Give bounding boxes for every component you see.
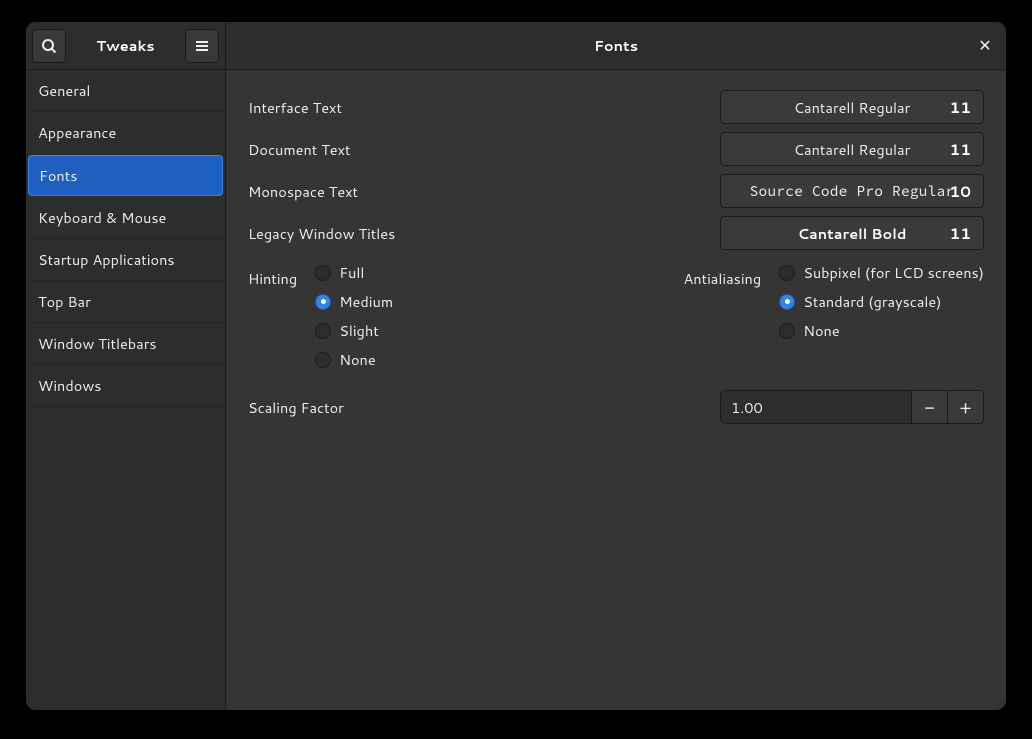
sidebar-item-keyboard-mouse[interactable]: Keyboard & Mouse xyxy=(26,197,225,239)
document-text-label: Document Text xyxy=(248,139,351,160)
scaling-factor-row: Scaling Factor 1.00 − + xyxy=(248,390,984,424)
hinting-group: Hinting Full Medium Slight None xyxy=(248,262,663,370)
font-size: 11 xyxy=(950,223,971,244)
close-button[interactable]: ✕ xyxy=(974,35,996,57)
scaling-increment-button[interactable]: + xyxy=(947,391,983,423)
scaling-decrement-button[interactable]: − xyxy=(911,391,947,423)
scaling-factor-value[interactable]: 1.00 xyxy=(721,391,911,423)
font-name: Cantarell Regular xyxy=(731,139,973,160)
font-size: 11 xyxy=(950,139,971,160)
legacy-window-titles-label: Legacy Window Titles xyxy=(248,223,395,244)
interface-text-row: Interface Text Cantarell Regular 11 xyxy=(248,90,984,124)
antialiasing-group: Antialiasing Subpixel (for LCD screens)S… xyxy=(683,262,984,370)
hinting-option-full[interactable]: Full xyxy=(315,262,393,283)
legacy-window-titles-row: Legacy Window Titles Cantarell Bold 11 xyxy=(248,216,984,250)
plus-icon: + xyxy=(959,394,971,420)
radio-indicator xyxy=(779,323,795,339)
hinting-options: Full Medium Slight None xyxy=(315,262,393,370)
antialiasing-option-subpixel-for-lcd-screens[interactable]: Subpixel (for LCD screens) xyxy=(779,262,984,283)
antialiasing-option-standard-grayscale[interactable]: Standard (grayscale) xyxy=(779,291,984,312)
hamburger-icon xyxy=(194,38,210,54)
scaling-factor-spinner: 1.00 − + xyxy=(720,390,984,424)
search-icon xyxy=(41,38,57,54)
legacy-window-titles-font-button[interactable]: Cantarell Bold 11 xyxy=(720,216,984,250)
scaling-factor-label: Scaling Factor xyxy=(248,397,344,418)
radio-indicator xyxy=(315,323,331,339)
sidebar-list: GeneralAppearanceFontsKeyboard & MouseSt… xyxy=(26,70,225,710)
radio-indicator xyxy=(779,294,795,310)
font-name: Cantarell Bold xyxy=(731,223,973,244)
main-content: Interface Text Cantarell Regular 11 Docu… xyxy=(226,70,1006,710)
font-size: 10 xyxy=(950,181,971,202)
radio-section: Hinting Full Medium Slight None Antialiasin… xyxy=(248,262,984,370)
sidebar-item-fonts[interactable]: Fonts xyxy=(28,155,223,196)
close-icon: ✕ xyxy=(978,34,991,57)
sidebar: Tweaks GeneralAppearanceFontsKeyboard & … xyxy=(26,22,226,710)
hinting-option-medium[interactable]: Medium xyxy=(315,291,393,312)
document-text-font-button[interactable]: Cantarell Regular 11 xyxy=(720,132,984,166)
sidebar-item-general[interactable]: General xyxy=(26,70,225,112)
font-size: 11 xyxy=(950,97,971,118)
monospace-text-row: Monospace Text Source Code Pro Regular 1… xyxy=(248,174,984,208)
radio-label: Standard (grayscale) xyxy=(803,291,941,312)
interface-text-font-button[interactable]: Cantarell Regular 11 xyxy=(720,90,984,124)
hinting-option-none[interactable]: None xyxy=(315,349,393,370)
antialiasing-option-none[interactable]: None xyxy=(779,320,984,341)
antialiasing-label: Antialiasing xyxy=(683,262,761,289)
radio-label: Full xyxy=(339,262,364,283)
radio-indicator xyxy=(315,294,331,310)
radio-label: Subpixel (for LCD screens) xyxy=(803,262,984,283)
sidebar-item-appearance[interactable]: Appearance xyxy=(26,112,225,154)
sidebar-item-window-titlebars[interactable]: Window Titlebars xyxy=(26,323,225,365)
radio-indicator xyxy=(779,265,795,281)
hinting-label: Hinting xyxy=(248,262,297,289)
radio-indicator xyxy=(315,265,331,281)
search-button[interactable] xyxy=(32,29,66,63)
hinting-option-slight[interactable]: Slight xyxy=(315,320,393,341)
radio-label: Slight xyxy=(339,320,379,341)
radio-indicator xyxy=(315,352,331,368)
radio-label: None xyxy=(803,320,839,341)
font-name: Source Code Pro Regular xyxy=(731,182,973,200)
font-name: Cantarell Regular xyxy=(731,97,973,118)
minus-icon: − xyxy=(924,394,935,420)
app-window: Tweaks GeneralAppearanceFontsKeyboard & … xyxy=(26,22,1006,710)
interface-text-label: Interface Text xyxy=(248,97,342,118)
monospace-text-label: Monospace Text xyxy=(248,181,358,202)
sidebar-header: Tweaks xyxy=(26,22,225,70)
monospace-text-font-button[interactable]: Source Code Pro Regular 10 xyxy=(720,174,984,208)
main-panel: Fonts ✕ Interface Text Cantarell Regular… xyxy=(226,22,1006,710)
radio-label: Medium xyxy=(339,291,393,312)
radio-label: None xyxy=(339,349,375,370)
page-title: Fonts xyxy=(594,35,638,56)
main-header: Fonts ✕ xyxy=(226,22,1006,70)
antialiasing-options: Subpixel (for LCD screens) Standard (gray… xyxy=(779,262,984,341)
sidebar-item-windows[interactable]: Windows xyxy=(26,365,225,407)
hamburger-menu-button[interactable] xyxy=(185,29,219,63)
sidebar-item-startup-applications[interactable]: Startup Applications xyxy=(26,239,225,281)
sidebar-item-top-bar[interactable]: Top Bar xyxy=(26,281,225,323)
document-text-row: Document Text Cantarell Regular 11 xyxy=(248,132,984,166)
sidebar-title: Tweaks xyxy=(72,35,179,56)
